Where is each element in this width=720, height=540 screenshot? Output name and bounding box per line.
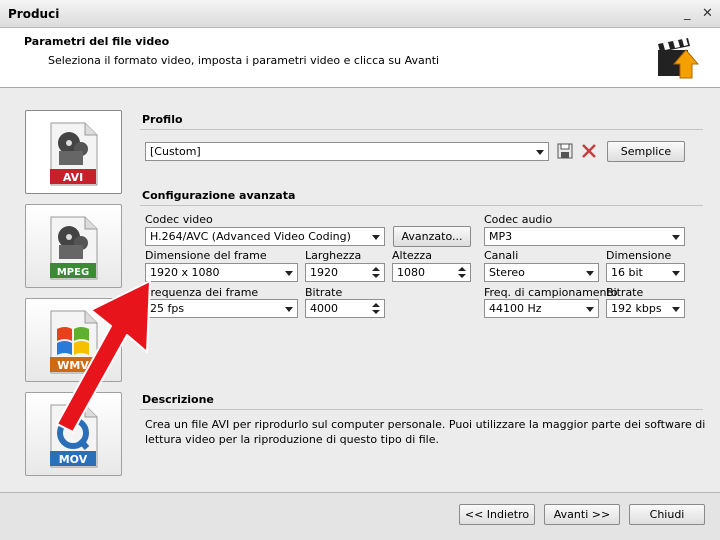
frame-rate-label: Frequenza dei frame	[145, 286, 259, 299]
format-tile-wmv[interactable]: WMV	[25, 298, 122, 382]
video-codec-label: Codec video	[145, 213, 213, 226]
sample-size-select[interactable]: 16 bit	[606, 263, 685, 282]
stepper-up-icon[interactable]	[372, 267, 380, 271]
video-bitrate-label: Bitrate	[305, 286, 343, 299]
height-stepper[interactable]: 1080	[392, 263, 471, 282]
close-button[interactable]: Chiudi	[629, 504, 705, 525]
advanced-divider	[140, 205, 703, 206]
chevron-down-icon	[586, 271, 594, 276]
width-stepper[interactable]: 1920	[305, 263, 385, 282]
window-titlebar: Produci _ ✕	[0, 0, 720, 28]
window-title: Produci	[8, 7, 60, 21]
stepper-up-icon[interactable]	[372, 303, 380, 307]
sample-rate-label: Freq. di campionamento	[484, 286, 618, 299]
chevron-down-icon	[672, 271, 680, 276]
clapperboard-icon	[658, 38, 700, 79]
close-icon[interactable]: ✕	[702, 6, 713, 21]
header-subtitle: Seleziona il formato video, imposta i pa…	[48, 54, 440, 67]
stepper-up-icon[interactable]	[458, 267, 466, 271]
format-tile-avi[interactable]: AVI	[25, 110, 122, 194]
svg-text:MOV: MOV	[59, 453, 88, 466]
svg-text:MPEG: MPEG	[57, 267, 89, 278]
video-codec-select[interactable]: H.264/AVC (Advanced Video Coding)	[145, 227, 385, 246]
wizard-footer: << Indietro Avanti >> Chiudi	[0, 492, 720, 540]
header-title: Parametri del file video	[24, 35, 170, 48]
stepper-down-icon[interactable]	[458, 274, 466, 278]
profile-section-title: Profilo	[142, 113, 183, 126]
next-button[interactable]: Avanti >>	[544, 504, 620, 525]
svg-text:AVI: AVI	[63, 171, 83, 184]
main-panel: AVI MPEG WMV MOV Profilo [Custom] Sempli…	[0, 88, 720, 492]
chevron-down-icon	[536, 150, 544, 155]
simple-button[interactable]: Semplice	[607, 141, 685, 162]
chevron-down-icon	[285, 271, 293, 276]
sample-rate-select[interactable]: 44100 Hz	[484, 299, 599, 318]
format-tile-mpeg[interactable]: MPEG	[25, 204, 122, 288]
mov-file-icon: MOV	[50, 404, 98, 468]
height-label: Altezza	[392, 249, 432, 262]
advanced-button[interactable]: Avanzato...	[393, 226, 471, 247]
frame-size-label: Dimensione del frame	[145, 249, 267, 262]
sample-size-label: Dimensione	[606, 249, 672, 262]
audio-codec-label: Codec audio	[484, 213, 553, 226]
profile-divider	[140, 129, 703, 130]
description-text: Crea un file AVI per riprodurlo sul comp…	[145, 418, 706, 446]
chevron-down-icon	[672, 235, 680, 240]
advanced-section-title: Configurazione avanzata	[142, 189, 296, 202]
delete-profile-icon[interactable]	[580, 142, 598, 160]
frame-rate-select[interactable]: 25 fps	[145, 299, 298, 318]
video-bitrate-stepper[interactable]: 4000	[305, 299, 385, 318]
audio-bitrate-select[interactable]: 192 kbps	[606, 299, 685, 318]
audio-bitrate-label: Bitrate	[606, 286, 644, 299]
minimize-icon[interactable]: _	[684, 6, 691, 21]
audio-codec-select[interactable]: MP3	[484, 227, 685, 246]
stepper-down-icon[interactable]	[372, 310, 380, 314]
description-section-title: Descrizione	[142, 393, 214, 406]
width-label: Larghezza	[305, 249, 362, 262]
profile-select[interactable]: [Custom]	[145, 142, 549, 161]
svg-text:WMV: WMV	[57, 359, 89, 372]
channels-label: Canali	[484, 249, 519, 262]
avi-file-icon: AVI	[50, 122, 98, 186]
save-profile-icon[interactable]	[556, 142, 574, 160]
frame-size-select[interactable]: 1920 x 1080	[145, 263, 298, 282]
chevron-down-icon	[672, 307, 680, 312]
stepper-down-icon[interactable]	[372, 274, 380, 278]
channels-select[interactable]: Stereo	[484, 263, 599, 282]
chevron-down-icon	[285, 307, 293, 312]
wizard-header: Parametri del file video Seleziona il fo…	[0, 28, 720, 88]
chevron-down-icon	[586, 307, 594, 312]
chevron-down-icon	[372, 235, 380, 240]
back-button[interactable]: << Indietro	[459, 504, 535, 525]
wmv-file-icon: WMV	[50, 310, 98, 374]
description-divider	[140, 409, 703, 410]
mpeg-file-icon: MPEG	[50, 216, 98, 280]
format-tile-mov[interactable]: MOV	[25, 392, 122, 476]
